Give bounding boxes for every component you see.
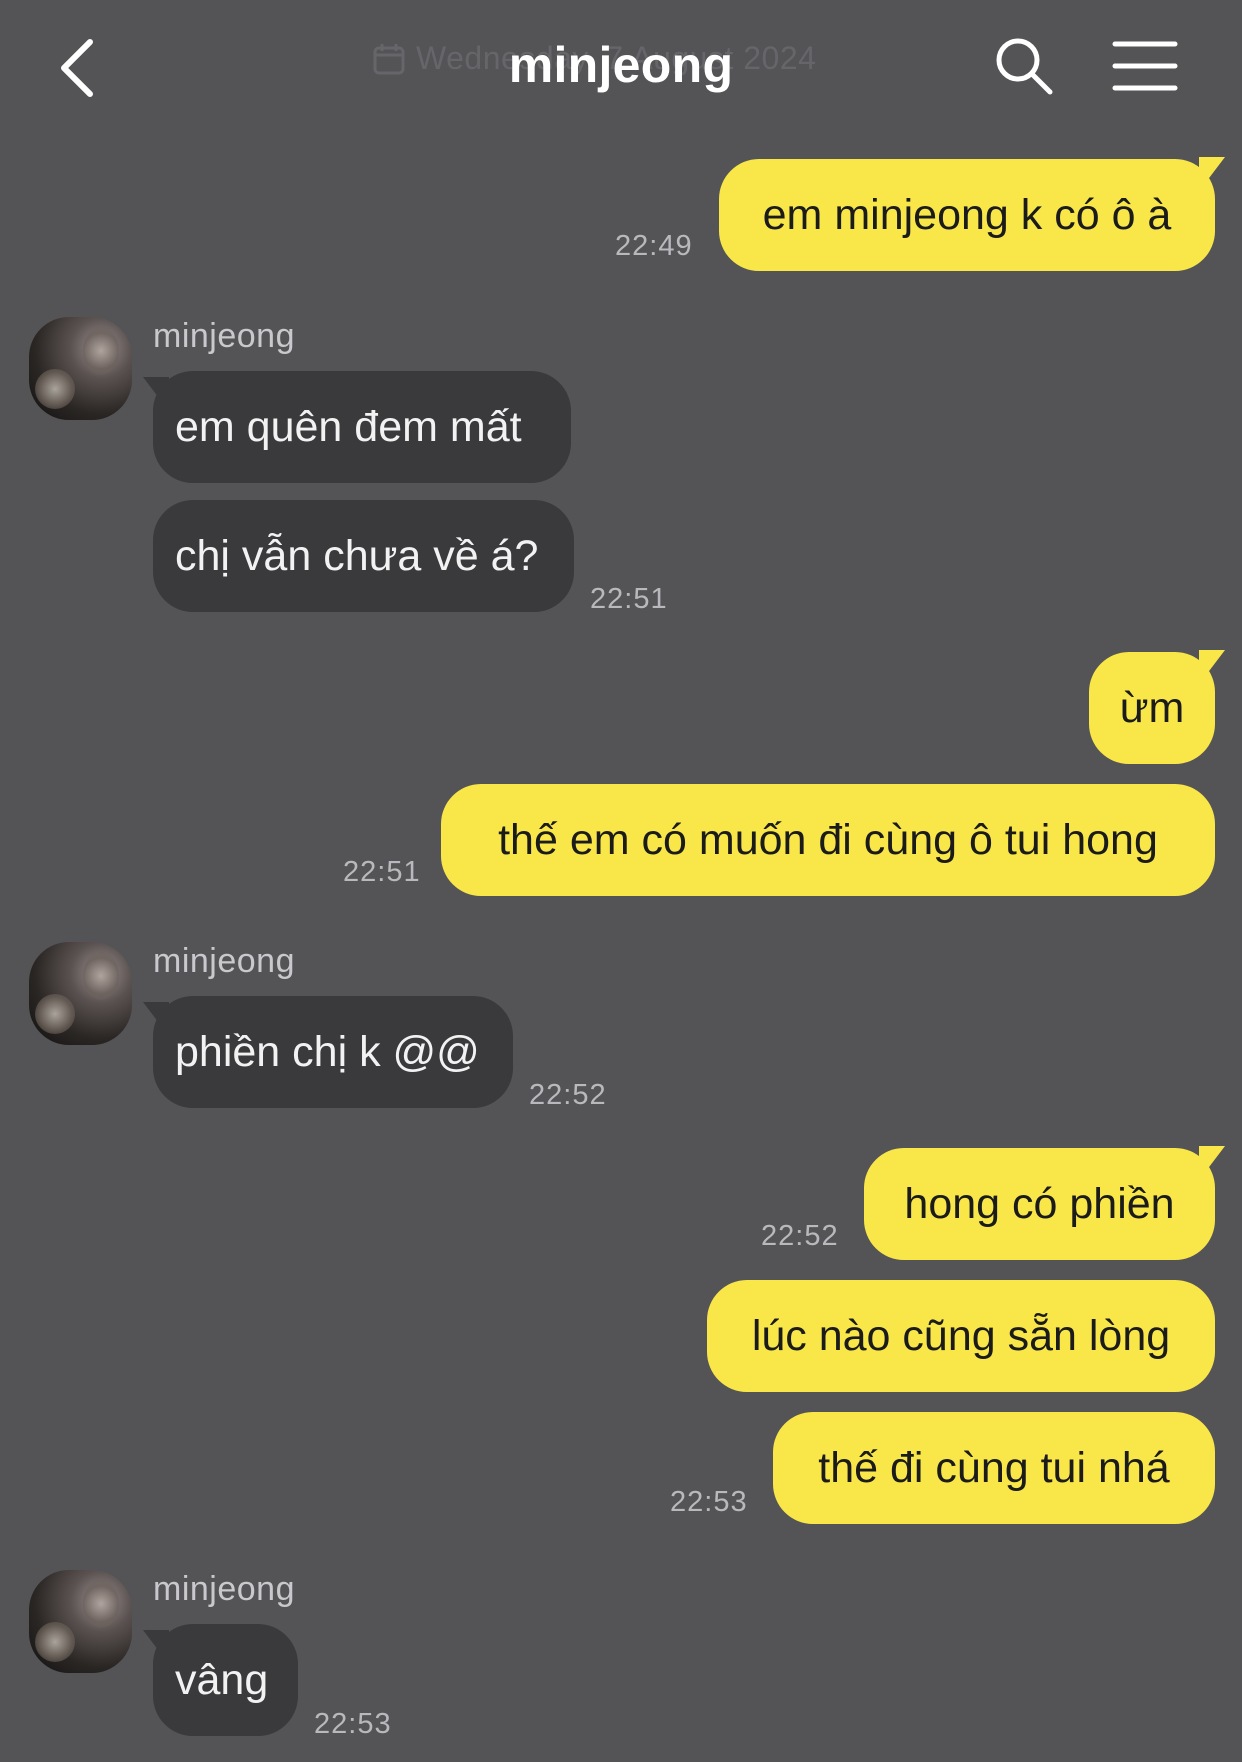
bubble-tail — [1199, 157, 1225, 181]
message-text: thế em có muốn đi cùng ô tui hong — [498, 815, 1158, 864]
message-time: 22:53 — [314, 1708, 392, 1740]
my-message-bubble[interactable]: lúc nào cũng sẵn lòng — [707, 1280, 1215, 1392]
search-button[interactable] — [992, 34, 1056, 98]
message-time: 22:52 — [529, 1079, 607, 1111]
hamburger-menu-icon — [1112, 41, 1178, 91]
bubble-tail — [143, 1630, 169, 1654]
sender-name: minjeong — [153, 317, 295, 355]
message-time: 22:51 — [343, 856, 421, 888]
search-icon — [996, 38, 1053, 95]
message-time: 22:53 — [670, 1486, 748, 1518]
message-time: 22:52 — [761, 1220, 839, 1252]
message-text: em minjeong k có ô à — [762, 190, 1172, 239]
their-message-bubble[interactable]: phiền chị k @@ — [143, 996, 513, 1108]
my-message-bubble[interactable]: thế em có muốn đi cùng ô tui hong — [441, 784, 1215, 896]
their-message-bubble[interactable]: chị vẫn chưa về á? — [153, 500, 574, 612]
chat-header: Wednesday, 7 August 2024 minjeong — [0, 0, 1242, 130]
sender-name: minjeong — [153, 1570, 295, 1608]
message-text: lúc nào cũng sẵn lòng — [751, 1311, 1171, 1360]
bubble-tail — [1199, 1146, 1225, 1170]
message-text: thế đi cùng tui nhá — [818, 1443, 1170, 1492]
my-message-bubble[interactable]: ừm — [1089, 650, 1225, 764]
my-message-bubble[interactable]: thế đi cùng tui nhá — [773, 1412, 1215, 1524]
message-text: hong có phiền — [904, 1179, 1175, 1228]
message-text: phiền chị k @@ — [175, 1027, 480, 1076]
sender-name: minjeong — [153, 942, 295, 980]
menu-button[interactable] — [1112, 38, 1178, 94]
their-message-bubble[interactable]: vâng — [143, 1624, 298, 1736]
message-time: 22:49 — [615, 230, 693, 262]
avatar[interactable] — [29, 317, 132, 420]
their-message-bubble[interactable]: em quên đem mất — [143, 371, 571, 483]
message-time: 22:51 — [590, 583, 668, 615]
avatar[interactable] — [29, 1570, 132, 1673]
message-text: chị vẫn chưa về á? — [175, 531, 539, 580]
bubble-tail — [1199, 650, 1225, 674]
bubble-tail — [143, 1002, 169, 1026]
my-message-bubble[interactable]: hong có phiền — [864, 1146, 1225, 1260]
bubble-tail — [143, 377, 169, 401]
my-message-bubble[interactable]: em minjeong k có ô à — [719, 157, 1225, 271]
avatar[interactable] — [29, 942, 132, 1045]
message-text: ừm — [1119, 683, 1185, 732]
message-text: vâng — [175, 1655, 269, 1704]
message-text: em quên đem mất — [175, 402, 522, 451]
